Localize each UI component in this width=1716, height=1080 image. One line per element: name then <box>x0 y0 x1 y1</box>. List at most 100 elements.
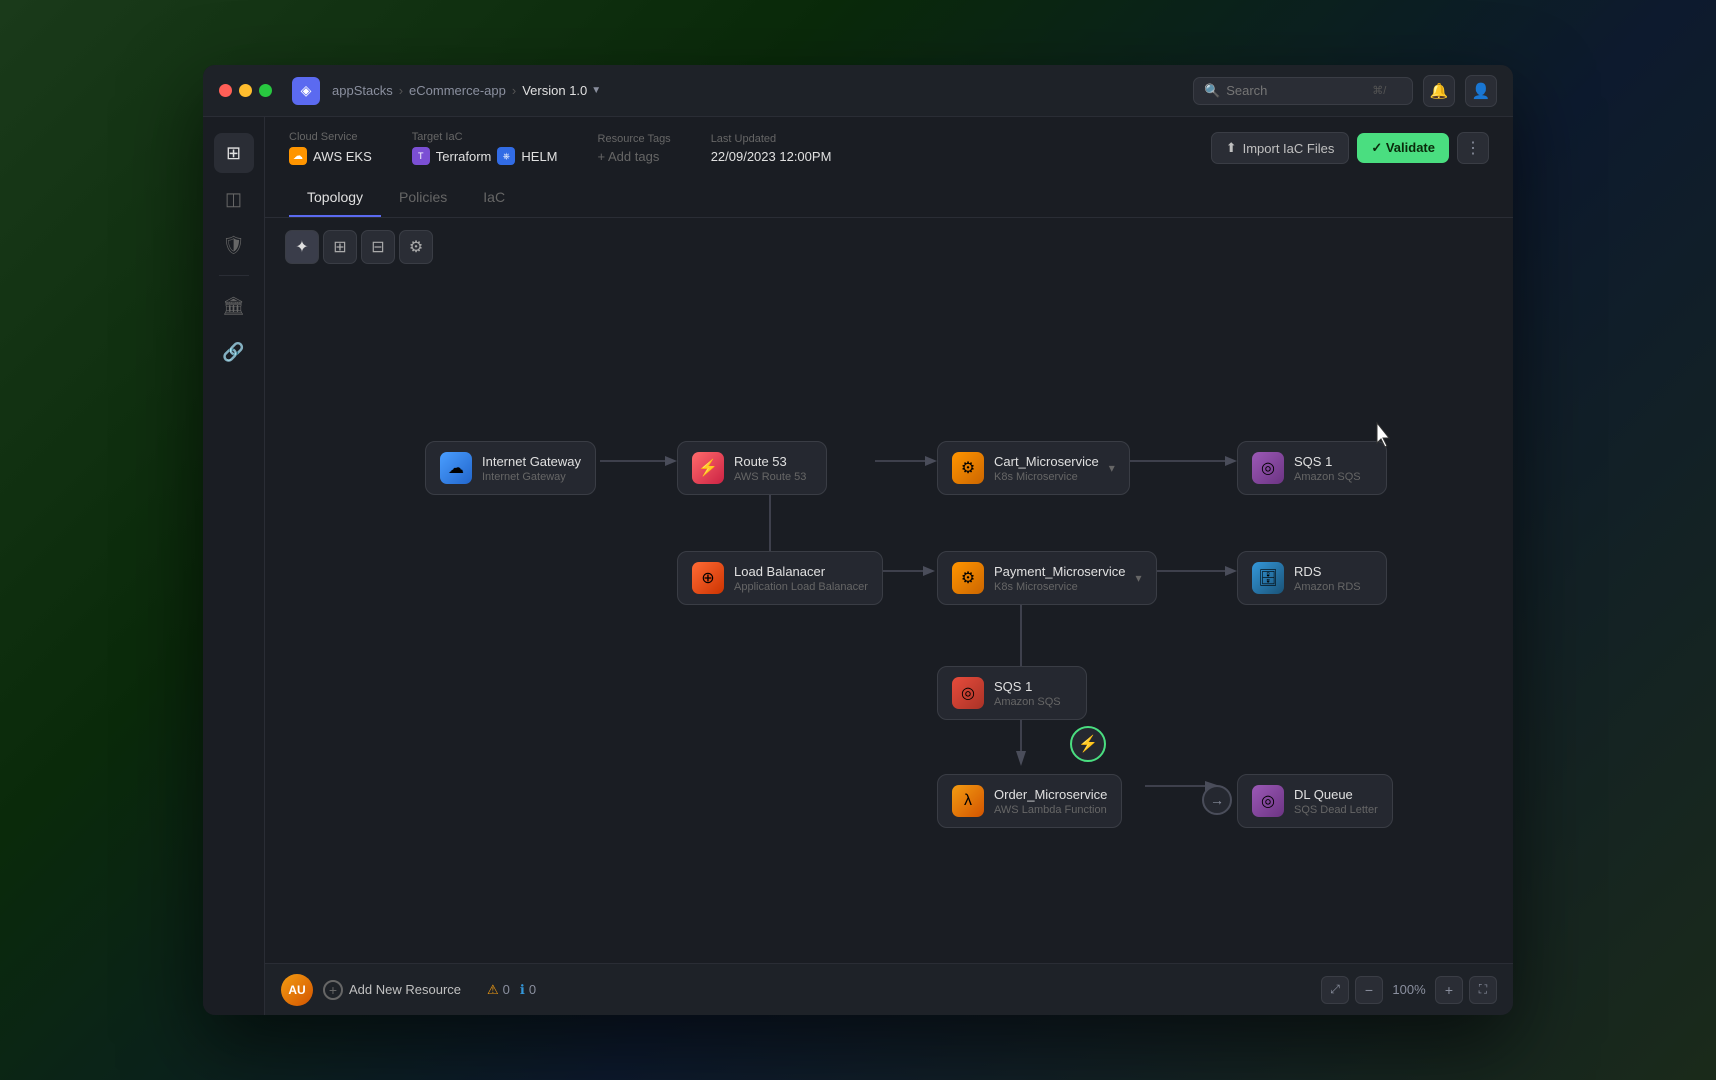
cloud-service-label: Cloud Service <box>289 131 372 143</box>
settings-button[interactable]: 👤 <box>1465 75 1497 107</box>
tab-bar: Topology Policies IaC <box>289 179 1489 217</box>
status-indicators: ⚠ 0 ℹ 0 <box>487 982 536 998</box>
user-avatar[interactable]: AU <box>281 974 313 1006</box>
target-iac-group: Target IaC T Terraform ⎈ HELM <box>412 131 558 165</box>
node-sqs1-top[interactable]: ◎ SQS 1 Amazon SQS <box>1237 441 1387 495</box>
validate-button[interactable]: ✓ Validate <box>1357 133 1449 163</box>
last-updated-group: Last Updated 22/09/2023 12:00PM <box>711 133 832 164</box>
breadcrumb-sep1: › <box>399 83 403 98</box>
close-button[interactable] <box>219 84 232 97</box>
cart-subtitle: K8s Microservice <box>994 471 1099 483</box>
main-layout: ⊞ ◫ 🛡 🏛 🔗 Cloud Service ☁ AWS EKS <box>203 117 1513 1015</box>
select-tool[interactable]: ✦ <box>285 230 319 264</box>
lb-info: Load Balanacer Application Load Balanace… <box>734 564 868 593</box>
cloud-service-value: ☁ AWS EKS <box>289 147 372 165</box>
zoom-in-button[interactable]: + <box>1435 976 1463 1004</box>
route53-info: Route 53 AWS Route 53 <box>734 454 806 483</box>
import-icon: ⬆ <box>1226 140 1237 156</box>
app-window: ◈ appStacks › eCommerce-app › Version 1.… <box>203 65 1513 1015</box>
node-order-microservice[interactable]: λ Order_Microservice AWS Lambda Function <box>937 774 1122 828</box>
search-icon: 🔍 <box>1204 83 1220 99</box>
bottom-bar: AU + Add New Resource ⚠ 0 ℹ 0 <box>265 963 1513 1015</box>
node-sqs1-bottom[interactable]: ◎ SQS 1 Amazon SQS <box>937 666 1087 720</box>
cloud-service-text: AWS EKS <box>313 149 372 164</box>
node-payment-microservice[interactable]: ⚙ Payment_Microservice K8s Microservice … <box>937 551 1157 605</box>
terraform-badge: T <box>412 147 430 165</box>
resource-tags-group: Resource Tags + Add tags <box>598 133 671 164</box>
sqs1-bottom-info: SQS 1 Amazon SQS <box>994 679 1061 708</box>
tab-topology[interactable]: Topology <box>289 179 381 217</box>
fullscreen-button[interactable]: ⛶ <box>1469 976 1497 1004</box>
aws-badge: ☁ <box>289 147 307 165</box>
breadcrumb-sep2: › <box>512 83 516 98</box>
add-resource-label: Add New Resource <box>349 982 461 997</box>
terraform-text: Terraform <box>436 149 492 164</box>
search-box[interactable]: 🔍 ⌘/ <box>1193 77 1413 105</box>
sidebar-item-layers[interactable]: ◫ <box>214 179 254 219</box>
sqs1-top-icon: ◎ <box>1252 452 1284 484</box>
event-trigger-node[interactable]: ⚡ <box>1070 726 1106 762</box>
resource-tags-value: + Add tags <box>598 149 671 164</box>
maximize-button[interactable] <box>259 84 272 97</box>
cart-info: Cart_Microservice K8s Microservice <box>994 454 1099 483</box>
node-load-balancer[interactable]: ⊕ Load Balanacer Application Load Balana… <box>677 551 883 605</box>
more-options-button[interactable]: ⋮ <box>1457 132 1489 164</box>
app-icon: ◈ <box>292 77 320 105</box>
dlq-subtitle: SQS Dead Letter <box>1294 804 1378 816</box>
add-resource-icon: + <box>323 980 343 1000</box>
payment-expand[interactable]: ▾ <box>1136 571 1142 585</box>
last-updated-value: 22/09/2023 12:00PM <box>711 149 832 164</box>
cart-title: Cart_Microservice <box>994 454 1099 469</box>
user-initials: AU <box>288 983 305 997</box>
node-dl-queue[interactable]: ◎ DL Queue SQS Dead Letter <box>1237 774 1393 828</box>
sidebar-divider <box>219 275 249 276</box>
payment-subtitle: K8s Microservice <box>994 581 1126 593</box>
zoom-controls: ⤢ − 100% + ⛶ <box>1321 976 1497 1004</box>
order-icon: λ <box>952 785 984 817</box>
sidebar-item-bank[interactable]: 🏛 <box>214 286 254 326</box>
info-count: 0 <box>529 982 536 997</box>
sidebar-item-home[interactable]: ⊞ <box>214 133 254 173</box>
layout-tool[interactable]: ⊟ <box>361 230 395 264</box>
warning-count: 0 <box>503 982 510 997</box>
node-internet-gateway[interactable]: ☁ Internet Gateway Internet Gateway <box>425 441 596 495</box>
add-resource-button[interactable]: + Add New Resource <box>313 974 471 1006</box>
rds-icon: 🗄 <box>1252 562 1284 594</box>
dlq-title: DL Queue <box>1294 787 1378 802</box>
version-badge[interactable]: Version 1.0 ▼ <box>522 83 601 98</box>
order-info: Order_Microservice AWS Lambda Function <box>994 787 1107 816</box>
node-route53[interactable]: ⚡ Route 53 AWS Route 53 <box>677 441 827 495</box>
payment-info: Payment_Microservice K8s Microservice <box>994 564 1126 593</box>
sidebar-item-link[interactable]: 🔗 <box>214 332 254 372</box>
arrow-connector: → <box>1202 785 1232 815</box>
fit-to-screen-button[interactable]: ⤢ <box>1321 976 1349 1004</box>
content-area: Cloud Service ☁ AWS EKS Target IaC T Ter… <box>265 117 1513 1015</box>
import-iac-button[interactable]: ⬆ Import IaC Files <box>1211 132 1350 164</box>
sqs1-top-title: SQS 1 <box>1294 454 1361 469</box>
breadcrumb-part2[interactable]: eCommerce-app <box>409 83 506 98</box>
node-rds[interactable]: 🗄 RDS Amazon RDS <box>1237 551 1387 605</box>
tab-policies[interactable]: Policies <box>381 179 465 217</box>
sidebar-item-shield[interactable]: 🛡 <box>214 225 254 265</box>
dlq-info: DL Queue SQS Dead Letter <box>1294 787 1378 816</box>
lb-subtitle: Application Load Balanacer <box>734 581 868 593</box>
lb-title: Load Balanacer <box>734 564 868 579</box>
topology-canvas[interactable]: ☁ Internet Gateway Internet Gateway ⚡ Ro… <box>265 276 1513 963</box>
helm-text: HELM <box>521 149 557 164</box>
traffic-lights <box>219 84 272 97</box>
payment-icon: ⚙ <box>952 562 984 594</box>
grid-tool[interactable]: ⊞ <box>323 230 357 264</box>
add-tags-button[interactable]: + Add tags <box>598 149 660 164</box>
settings-tool[interactable]: ⚙ <box>399 230 433 264</box>
zoom-out-button[interactable]: − <box>1355 976 1383 1004</box>
helm-badge: ⎈ <box>497 147 515 165</box>
search-input[interactable] <box>1226 83 1366 98</box>
node-cart-microservice[interactable]: ⚙ Cart_Microservice K8s Microservice ▾ <box>937 441 1130 495</box>
minimize-button[interactable] <box>239 84 252 97</box>
tab-iac[interactable]: IaC <box>465 179 523 217</box>
breadcrumb-part1[interactable]: appStacks <box>332 83 393 98</box>
payment-title: Payment_Microservice <box>994 564 1126 579</box>
cart-expand[interactable]: ▾ <box>1109 461 1115 475</box>
validate-label: ✓ Validate <box>1371 140 1435 156</box>
notification-button[interactable]: 🔔 <box>1423 75 1455 107</box>
